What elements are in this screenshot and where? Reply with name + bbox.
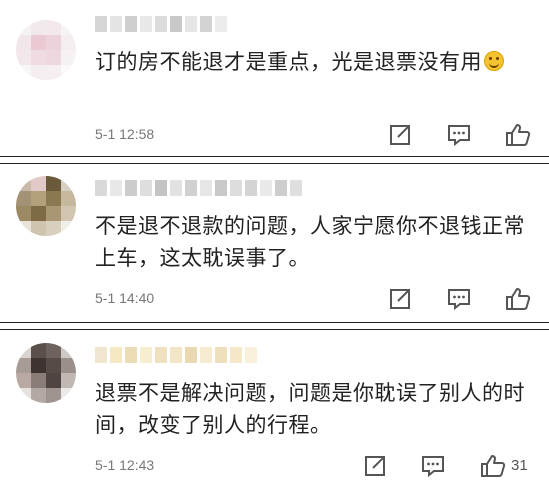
username-blurred[interactable] [95,16,227,32]
like-icon[interactable] [480,453,506,479]
comment-text: 退票不是解决问题，问题是你耽误了别人的时间，改变了别人的行程。 [95,381,525,437]
share-icon[interactable] [387,122,413,148]
comment-text: 不是退不退款的问题，人家宁愿你不退钱正常上车，这太耽误事了。 [95,214,525,270]
comment-time: 5-1 14:40 [95,290,155,306]
laughing-tears-emoji [484,51,504,71]
reply-icon[interactable] [446,286,472,312]
comment-time: 5-1 12:58 [95,126,155,142]
like-count: 31 [511,457,528,474]
avatar[interactable] [16,343,76,403]
divider [0,322,549,330]
comment-card-3: 退票不是解决问题，问题是你耽误了别人的时间，改变了别人的行程。 5-1 12:4… [0,331,549,484]
avatar[interactable] [16,176,76,236]
reply-icon[interactable] [446,122,472,148]
like-icon[interactable] [505,286,531,312]
comment-text: 订的房不能退才是重点，光是退票没有用 [95,46,529,78]
divider [0,156,549,164]
avatar[interactable] [16,20,76,80]
share-icon[interactable] [362,453,388,479]
username-blurred[interactable] [95,180,302,196]
share-icon[interactable] [387,286,413,312]
like-icon[interactable] [505,122,531,148]
comment-time: 5-1 12:43 [95,457,155,473]
reply-icon[interactable] [420,453,446,479]
comment-card-1: 订的房不能退才是重点，光是退票没有用 5-1 12:58 [0,0,549,156]
comment-card-2: 不是退不退款的问题，人家宁愿你不退钱正常上车，这太耽误事了。 5-1 14:40 [0,164,549,322]
username-blurred[interactable] [95,347,257,363]
